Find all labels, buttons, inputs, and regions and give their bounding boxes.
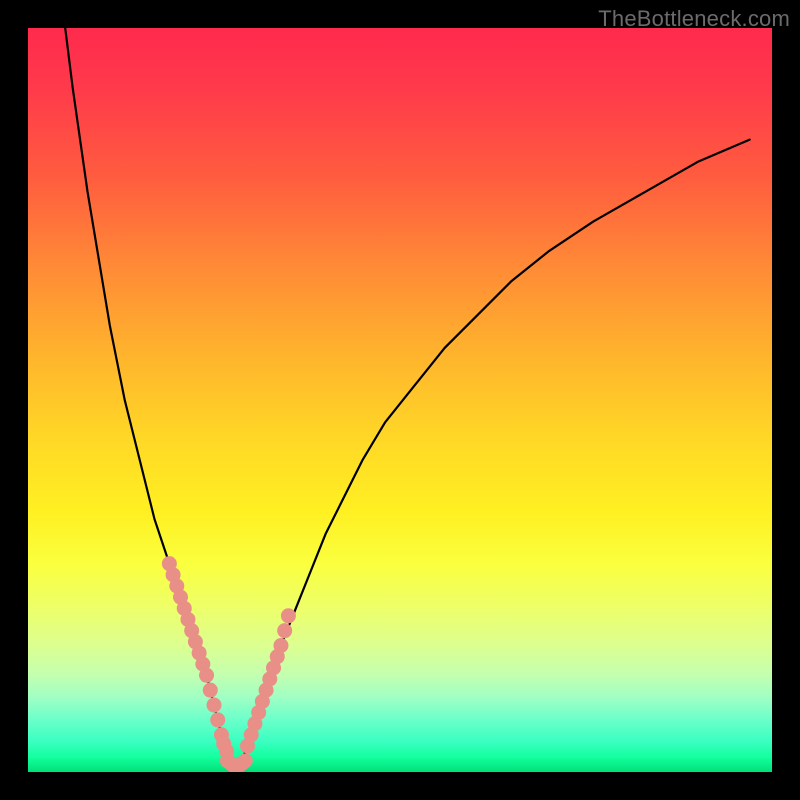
data-dot bbox=[232, 758, 247, 772]
chart-svg-layer bbox=[28, 28, 772, 772]
curve-curve-right bbox=[236, 140, 749, 769]
data-dot bbox=[180, 612, 195, 627]
data-dot bbox=[251, 705, 266, 720]
data-dot bbox=[266, 660, 281, 675]
data-dot bbox=[207, 698, 222, 713]
data-dot bbox=[229, 759, 244, 772]
data-dot bbox=[195, 657, 210, 672]
data-dot bbox=[220, 753, 235, 768]
data-dot bbox=[184, 623, 199, 638]
data-dot bbox=[277, 623, 292, 638]
data-dot bbox=[238, 753, 253, 768]
data-dot bbox=[188, 634, 203, 649]
data-dot bbox=[226, 758, 241, 772]
data-dot bbox=[262, 672, 277, 687]
data-dot bbox=[210, 712, 225, 727]
data-dot bbox=[270, 649, 285, 664]
chart-plot-area bbox=[28, 28, 772, 772]
data-dot bbox=[281, 608, 296, 623]
curve-curve-left bbox=[65, 28, 236, 768]
data-dot bbox=[247, 716, 262, 731]
data-dot bbox=[192, 645, 207, 660]
watermark-label: TheBottleneck.com bbox=[598, 6, 790, 32]
data-dot bbox=[199, 668, 214, 683]
data-dot bbox=[177, 601, 192, 616]
data-dot bbox=[214, 727, 229, 742]
data-dot bbox=[240, 738, 255, 753]
data-dot bbox=[273, 638, 288, 653]
data-dot bbox=[219, 744, 234, 759]
data-dot bbox=[255, 694, 270, 709]
data-dot bbox=[203, 683, 218, 698]
data-dot bbox=[216, 736, 231, 751]
data-dot bbox=[235, 756, 250, 771]
data-dot bbox=[166, 567, 181, 582]
data-dot bbox=[223, 756, 238, 771]
chart-frame: TheBottleneck.com bbox=[0, 0, 800, 800]
data-dot bbox=[162, 556, 177, 571]
data-dot bbox=[259, 683, 274, 698]
data-dot bbox=[173, 590, 188, 605]
data-dot bbox=[244, 727, 259, 742]
data-dot bbox=[169, 579, 184, 594]
